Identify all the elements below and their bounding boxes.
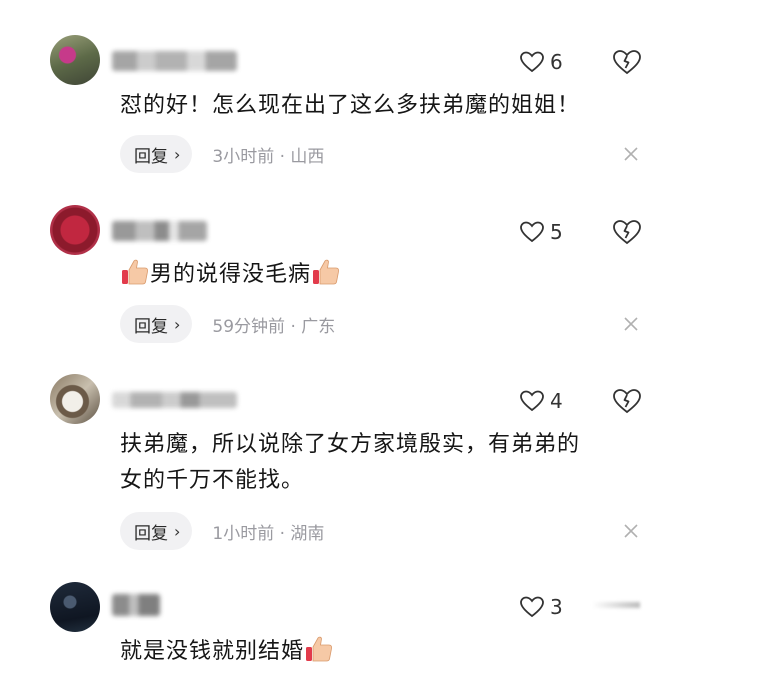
comment-meta: 回复 › 1小时前 · 湖南	[120, 512, 324, 550]
avatar[interactable]	[50, 582, 100, 632]
username[interactable]	[112, 221, 207, 241]
thumbs-up-emoji-icon	[122, 259, 149, 285]
like-button[interactable]: 6	[520, 49, 563, 75]
thumbs-up-emoji-icon	[306, 636, 333, 662]
like-button[interactable]: 5	[520, 219, 563, 245]
close-icon[interactable]	[622, 522, 640, 540]
like-count: 6	[550, 50, 563, 74]
broken-heart-icon[interactable]	[612, 388, 642, 414]
comment-text-line: 就是没钱就别结婚	[120, 639, 305, 664]
comment-item: 3 就是没钱就别结婚	[0, 582, 776, 683]
reply-label: 回复	[134, 146, 168, 167]
avatar[interactable]	[50, 35, 100, 85]
broken-heart-icon[interactable]	[612, 219, 642, 245]
comment-text-line: 扶弟魔，所以说除了女方家境殷实，有弟弟的	[120, 432, 581, 457]
comment-text: 扶弟魔，所以说除了女方家境殷实，有弟弟的 女的千万不能找。	[120, 427, 680, 499]
username[interactable]	[112, 51, 237, 71]
dislike-placeholder	[592, 602, 640, 608]
username[interactable]	[112, 594, 160, 616]
like-count: 3	[550, 595, 563, 619]
like-count: 5	[550, 220, 563, 244]
comment-text-line: 怼的好！怎么现在出了这么多扶弟魔的姐姐！	[120, 93, 581, 118]
timestamp-location: 1小时前 · 湖南	[212, 523, 325, 544]
avatar[interactable]	[50, 374, 100, 424]
comment-text: 怼的好！怎么现在出了这么多扶弟魔的姐姐！	[120, 88, 680, 124]
comment-item: 4 扶弟魔，所以说除了女方家境殷实，有弟弟的 女的千万不能找。 回复 › 1小时前…	[0, 374, 776, 554]
timestamp-location: 59分钟前 · 广东	[212, 316, 336, 337]
reply-button[interactable]: 回复 ›	[120, 135, 193, 173]
heart-outline-icon	[520, 51, 544, 73]
username[interactable]	[112, 392, 237, 408]
comment-item: 6 怼的好！怎么现在出了这么多扶弟魔的姐姐！ 回复 › 3小时前 · 山西	[0, 35, 776, 175]
comment-text: 男的说得没毛病	[120, 257, 680, 293]
thumbs-up-emoji-icon	[313, 259, 340, 285]
like-button[interactable]: 3	[520, 594, 563, 620]
comment-text: 就是没钱就别结婚	[120, 634, 680, 670]
comment-meta: 回复 › 3小时前 · 山西	[120, 135, 324, 173]
avatar[interactable]	[50, 205, 100, 255]
broken-heart-icon[interactable]	[612, 49, 642, 75]
close-icon[interactable]	[622, 315, 640, 333]
reply-label: 回复	[134, 523, 168, 544]
comment-meta: 回复 › 59分钟前 · 广东	[120, 305, 335, 343]
timestamp-location: 3小时前 · 山西	[212, 146, 325, 167]
close-icon[interactable]	[622, 145, 640, 163]
like-count: 4	[550, 389, 563, 413]
comment-text-line: 女的千万不能找。	[120, 468, 305, 493]
reply-label: 回复	[134, 316, 168, 337]
reply-button[interactable]: 回复 ›	[120, 305, 193, 343]
reply-button[interactable]: 回复 ›	[120, 512, 193, 550]
chevron-right-icon: ›	[174, 314, 181, 334]
chevron-right-icon: ›	[174, 144, 181, 164]
chevron-right-icon: ›	[174, 521, 181, 541]
heart-outline-icon	[520, 596, 544, 618]
like-button[interactable]: 4	[520, 388, 563, 414]
comment-text-line: 男的说得没毛病	[150, 262, 312, 287]
heart-outline-icon	[520, 221, 544, 243]
heart-outline-icon	[520, 390, 544, 412]
comment-item: 5 男的说得没毛病 回复 › 59分钟前 · 广东	[0, 205, 776, 345]
